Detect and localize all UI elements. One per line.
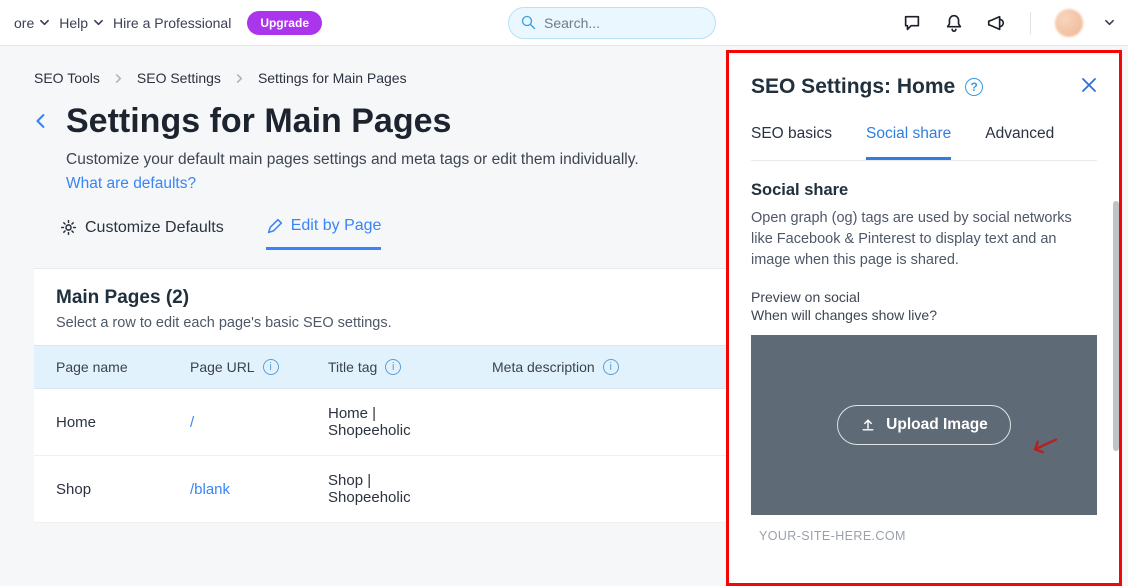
panel-tab-advanced[interactable]: Advanced [985, 125, 1054, 160]
search-placeholder: Search... [544, 15, 600, 31]
tab-customize-defaults[interactable]: Customize Defaults [60, 217, 224, 250]
chat-icon[interactable] [902, 13, 922, 33]
upload-icon [860, 417, 876, 433]
chevron-down-icon [94, 18, 103, 27]
chevron-down-icon [40, 18, 49, 27]
page-title: Settings for Main Pages [66, 102, 639, 141]
chevron-right-icon [114, 74, 123, 83]
chevron-left-icon [34, 114, 48, 128]
col-page-url-label: Page URL [190, 359, 255, 375]
cell-page-url: / [190, 414, 328, 431]
search-input[interactable]: Search... [508, 7, 716, 39]
info-icon[interactable]: i [263, 359, 279, 375]
info-icon[interactable]: i [603, 359, 619, 375]
topnav-help-label: Help [59, 15, 88, 31]
seo-settings-panel: SEO Settings: Home ? SEO basics Social s… [729, 53, 1119, 583]
tab-customize-label: Customize Defaults [85, 219, 224, 237]
cell-page-url-value: / [190, 414, 194, 431]
cell-page-name: Shop [56, 481, 190, 498]
cell-title-tag: Shop | Shopeeholic [328, 472, 492, 506]
topnav-hire-label: Hire a Professional [113, 15, 231, 31]
panel-title: SEO Settings: Home ? [751, 75, 983, 99]
panel-title-text: SEO Settings: Home [751, 75, 955, 99]
col-page-url: Page URL i [190, 359, 328, 375]
defaults-link[interactable]: What are defaults? [66, 175, 639, 193]
col-title-tag: Title tag i [328, 359, 492, 375]
cell-page-url-value: /blank [190, 481, 230, 498]
topnav-explore-label: ore [14, 15, 34, 31]
col-meta-desc-label: Meta description [492, 359, 595, 375]
panel-body: Social share Open graph (og) tags are us… [751, 161, 1097, 543]
panel-tabs: SEO basics Social share Advanced [751, 125, 1097, 161]
social-share-description: Open graph (og) tags are used by social … [751, 208, 1097, 271]
preview-domain: YOUR-SITE-HERE.COM [759, 529, 1097, 543]
col-page-name-label: Page name [56, 359, 128, 375]
preview-changes-link[interactable]: When will changes show live? [751, 307, 1097, 323]
col-page-name: Page name [56, 359, 190, 375]
cell-title-tag: Home | Shopeeholic [328, 405, 492, 439]
col-title-tag-label: Title tag [328, 359, 377, 375]
main-content: SEO Tools SEO Settings Settings for Main… [0, 46, 1128, 586]
social-preview-image: Upload Image [751, 335, 1097, 515]
panel-header: SEO Settings: Home ? [751, 75, 1097, 99]
topnav-left: ore Help Hire a Professional Upgrade [14, 11, 322, 35]
bell-icon[interactable] [944, 13, 964, 33]
tab-edit-label: Edit by Page [291, 217, 382, 235]
gear-icon [60, 219, 77, 236]
seo-settings-panel-highlight: SEO Settings: Home ? SEO basics Social s… [726, 50, 1122, 586]
back-button[interactable] [34, 112, 48, 133]
panel-tab-social-share[interactable]: Social share [866, 125, 951, 160]
tab-edit-by-page[interactable]: Edit by Page [266, 217, 382, 250]
help-icon[interactable]: ? [965, 78, 983, 96]
panel-scrollbar[interactable] [1113, 201, 1119, 451]
cell-page-name: Home [56, 414, 190, 431]
topnav-hire[interactable]: Hire a Professional [113, 15, 231, 31]
annotation-arrow-icon [1024, 427, 1062, 469]
pages-card-subtitle: Select a row to edit each page's basic S… [56, 315, 392, 331]
avatar[interactable] [1055, 9, 1083, 37]
panel-tab-seo-basics[interactable]: SEO basics [751, 125, 832, 160]
chevron-down-icon[interactable] [1105, 18, 1114, 27]
topnav-right [902, 9, 1114, 37]
upgrade-button[interactable]: Upgrade [247, 11, 322, 35]
social-share-heading: Social share [751, 181, 1097, 200]
upload-image-label: Upload Image [886, 416, 988, 434]
topnav-explore[interactable]: ore [14, 15, 49, 31]
cell-page-url: /blank [190, 481, 328, 498]
topnav-center: Search... [508, 7, 716, 39]
breadcrumb-current: Settings for Main Pages [258, 70, 407, 86]
pages-card-title: Main Pages (2) [56, 287, 392, 309]
upload-image-button[interactable]: Upload Image [837, 405, 1011, 445]
breadcrumb-seo-settings[interactable]: SEO Settings [137, 70, 221, 86]
chevron-right-icon [235, 74, 244, 83]
top-bar: ore Help Hire a Professional Upgrade Sea… [0, 0, 1128, 46]
breadcrumb-seo-tools[interactable]: SEO Tools [34, 70, 100, 86]
info-icon[interactable]: i [385, 359, 401, 375]
megaphone-icon[interactable] [986, 13, 1006, 33]
search-icon [521, 15, 536, 30]
page-subtitle: Customize your default main pages settin… [66, 151, 639, 169]
pencil-icon [266, 218, 283, 235]
close-icon[interactable] [1081, 77, 1097, 98]
preview-label: Preview on social [751, 289, 1097, 305]
divider [1030, 12, 1031, 34]
topnav-help[interactable]: Help [59, 15, 103, 31]
